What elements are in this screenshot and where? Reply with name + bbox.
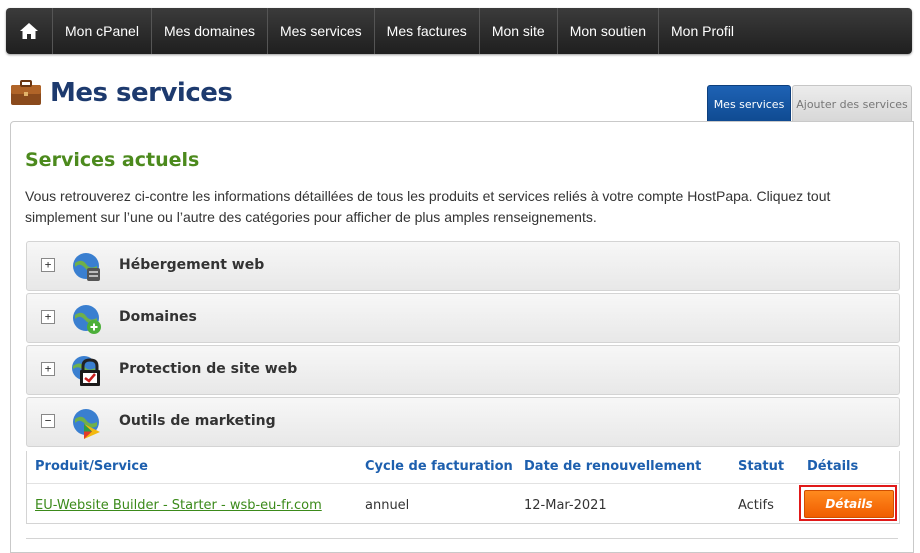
expand-toggle[interactable]: + <box>41 362 55 376</box>
page-title: Mes services <box>50 78 233 108</box>
tab-mes-services[interactable]: Mes services <box>707 85 791 123</box>
section-title: Services actuels <box>25 149 200 171</box>
accordion-label: Outils de marketing <box>119 413 276 429</box>
nav-item-soutien[interactable]: Mon soutien <box>558 8 660 54</box>
service-link[interactable]: EU-Website Builder - Starter - wsb-eu-fr… <box>35 498 322 513</box>
home-icon <box>20 23 38 39</box>
accordion-outils-marketing[interactable]: − Outils de marketing <box>26 397 900 447</box>
accordion-protection-site-web[interactable]: + Protection de site web <box>26 345 900 395</box>
nav-item-profil[interactable]: Mon Profil <box>659 8 746 54</box>
nav-item-site[interactable]: Mon site <box>480 8 558 54</box>
nav-item-cpanel[interactable]: Mon cPanel <box>53 8 152 54</box>
page-header: Mes services <box>10 78 233 108</box>
section-description: Vous retrouverez ci-contre les informati… <box>25 188 831 225</box>
accordion-label: Domaines <box>119 309 197 325</box>
billing-cycle: annuel <box>365 498 410 513</box>
expand-toggle[interactable]: + <box>41 258 55 272</box>
next-accordion-edge <box>26 538 898 539</box>
padlock-check-icon <box>72 356 100 386</box>
top-navigation-bar: Mon cPanel Mes domaines Mes services Mes… <box>6 8 912 54</box>
tab-ajouter-services[interactable]: Ajouter des services <box>792 85 912 123</box>
expand-toggle[interactable]: + <box>41 310 55 324</box>
globe-server-icon <box>73 253 100 281</box>
column-header-details: Détails <box>807 459 859 474</box>
accordion-label: Hébergement web <box>119 257 265 273</box>
column-header-renouvellement[interactable]: Date de renouvellement <box>524 459 701 474</box>
globe-marketing-icon <box>73 409 100 439</box>
main-panel: Services actuels Vous retrouverez ci-con… <box>10 121 914 553</box>
column-header-cycle[interactable]: Cycle de facturation <box>365 459 513 474</box>
accordion-label: Protection de site web <box>119 361 298 377</box>
column-header-produit[interactable]: Produit/Service <box>35 459 148 474</box>
nav-item-domaines[interactable]: Mes domaines <box>152 8 268 54</box>
details-button[interactable]: Détails <box>804 490 894 518</box>
nav-item-services[interactable]: Mes services <box>268 8 375 54</box>
collapse-toggle[interactable]: − <box>41 414 55 428</box>
nav-item-factures[interactable]: Mes factures <box>375 8 480 54</box>
services-table: Produit/Service Cycle de facturation Dat… <box>26 451 900 524</box>
status-value: Actifs <box>738 498 774 513</box>
row-divider <box>27 483 899 484</box>
briefcase-icon <box>11 80 41 105</box>
accordion-hebergement-web[interactable]: + Hébergement web <box>26 241 900 291</box>
accordion-domaines[interactable]: + Domaines <box>26 293 900 343</box>
home-button[interactable] <box>6 8 53 54</box>
column-header-statut[interactable]: Statut <box>738 459 784 474</box>
globe-plus-icon <box>73 305 101 334</box>
renewal-date: 12-Mar-2021 <box>524 498 607 513</box>
